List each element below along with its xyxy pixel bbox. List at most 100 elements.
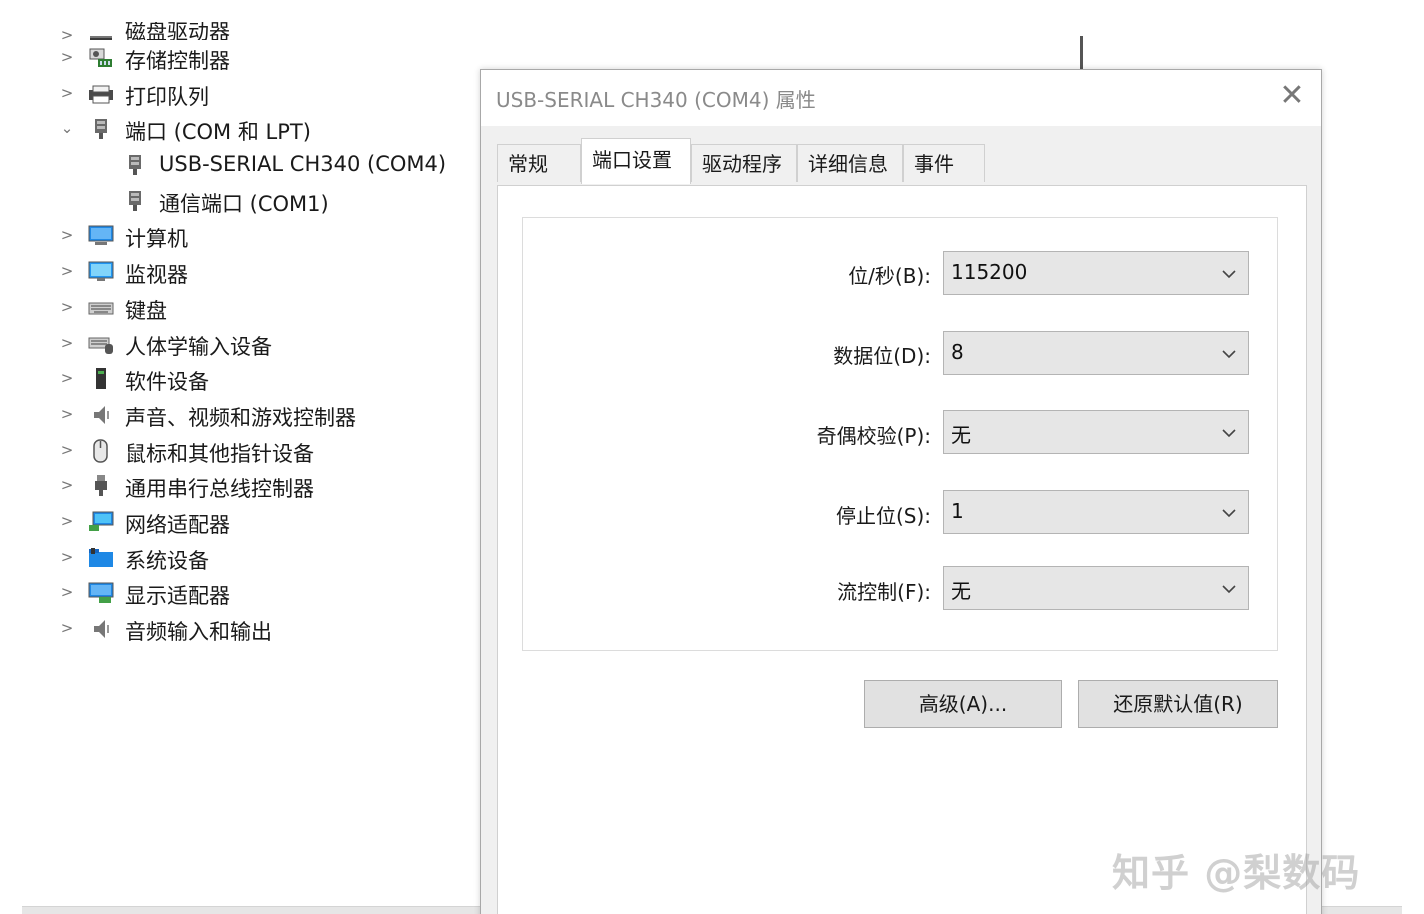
- chevron-right-icon[interactable]: >: [58, 548, 76, 566]
- tab-label: 驱动程序: [702, 152, 782, 176]
- parity-label: 奇偶校验(P):: [816, 424, 931, 448]
- monitor-icon: [88, 261, 114, 282]
- dialog-titlebar[interactable]: USB-SERIAL CH340 (COM4) 属性 ✕: [481, 70, 1321, 126]
- tab-details[interactable]: 详细信息: [797, 144, 903, 182]
- select-value: 无: [951, 579, 971, 603]
- chevron-right-icon[interactable]: >: [58, 405, 76, 423]
- chevron-right-icon[interactable]: >: [58, 262, 76, 280]
- tree-item-disk-drives[interactable]: > 磁盘驱动器: [0, 22, 470, 40]
- chevron-right-icon[interactable]: >: [58, 226, 76, 244]
- tree-item-usb-serial-ch340[interactable]: USB-SERIAL CH340 (COM4): [0, 147, 470, 183]
- chevron-down-icon: [1222, 585, 1236, 594]
- tree-item-usb-controllers[interactable]: > 通用串行总线控制器: [0, 468, 470, 504]
- flow-control-select[interactable]: 无: [943, 566, 1249, 610]
- tab-driver[interactable]: 驱动程序: [691, 144, 797, 182]
- tree-item-mice[interactable]: > 鼠标和其他指针设备: [0, 433, 470, 469]
- chevron-right-icon[interactable]: >: [58, 334, 76, 352]
- storage-controller-icon: [89, 48, 112, 67]
- tree-item-storage-controllers[interactable]: > 存储控制器: [0, 40, 470, 76]
- chevron-right-icon[interactable]: >: [58, 84, 76, 102]
- select-value: 8: [951, 340, 964, 364]
- screenshot-stage: > 磁盘驱动器 > 存储控制器 > 打印队列 ⌄ 端口 (COM 和 LPT) …: [0, 0, 1424, 914]
- port-icon: [129, 190, 141, 211]
- device-tree: > 磁盘驱动器 > 存储控制器 > 打印队列 ⌄ 端口 (COM 和 LPT) …: [0, 22, 470, 647]
- mouse-icon: [93, 438, 108, 463]
- chevron-right-icon[interactable]: >: [58, 26, 76, 40]
- select-value: 1: [951, 499, 964, 523]
- tab-events[interactable]: 事件: [903, 144, 985, 182]
- select-value: 无: [951, 423, 971, 447]
- chevron-right-icon[interactable]: >: [58, 369, 76, 387]
- tree-item-hid[interactable]: > 人体学输入设备: [0, 326, 470, 362]
- select-value: 115200: [951, 260, 1028, 284]
- tab-general[interactable]: 常规: [497, 144, 581, 182]
- tree-item-label: 软件设备: [125, 370, 209, 395]
- software-device-icon: [96, 368, 106, 390]
- tree-item-label: 显示适配器: [125, 584, 230, 609]
- display-adapter-icon: [88, 582, 114, 604]
- tree-item-label: 音频输入和输出: [125, 620, 272, 644]
- tree-item-label: 存储控制器: [125, 49, 230, 73]
- chevron-down-icon: [1222, 270, 1236, 279]
- tab-port-settings[interactable]: 端口设置: [581, 138, 691, 184]
- tree-item-label: 鼠标和其他指针设备: [125, 441, 314, 466]
- tree-item-network-adapters[interactable]: > 网络适配器: [0, 504, 470, 540]
- port-settings-group: 位/秒(B): 115200 数据位(D): 8 奇偶校验(P): 无 停止位(…: [522, 217, 1278, 651]
- tree-item-sound-video-game[interactable]: > 声音、视频和游戏控制器: [0, 397, 470, 433]
- bits-per-second-label: 位/秒(B):: [848, 264, 931, 288]
- tab-label: 详细信息: [808, 152, 888, 176]
- chevron-down-icon: [1222, 509, 1236, 518]
- advanced-button[interactable]: 高级(A)...: [864, 680, 1062, 728]
- port-icon: [95, 119, 107, 140]
- stop-bits-select[interactable]: 1: [943, 490, 1249, 534]
- properties-dialog: USB-SERIAL CH340 (COM4) 属性 ✕ 常规 端口设置 驱动程…: [480, 69, 1322, 914]
- chevron-right-icon[interactable]: >: [58, 298, 76, 316]
- tree-item-label: 网络适配器: [125, 512, 230, 537]
- tree-item-monitors[interactable]: > 监视器: [0, 254, 470, 290]
- tree-item-display-adapters[interactable]: > 显示适配器: [0, 575, 470, 611]
- chevron-down-icon[interactable]: ⌄: [58, 119, 76, 137]
- tab-label: 事件: [914, 152, 954, 176]
- data-bits-label: 数据位(D):: [833, 344, 931, 368]
- tree-item-com1[interactable]: 通信端口 (COM1): [0, 183, 470, 219]
- flow-control-label: 流控制(F):: [837, 580, 931, 604]
- disk-drive-icon: [90, 36, 112, 40]
- tree-item-audio-io[interactable]: > 音频输入和输出: [0, 611, 470, 647]
- port-icon: [129, 155, 141, 176]
- data-bits-select[interactable]: 8: [943, 331, 1249, 375]
- tree-item-print-queues[interactable]: > 打印队列: [0, 76, 470, 112]
- tree-item-label: 打印队列: [125, 84, 209, 109]
- chevron-right-icon[interactable]: >: [58, 48, 76, 66]
- tree-item-label: USB-SERIAL CH340 (COM4): [159, 152, 447, 177]
- chevron-right-icon[interactable]: >: [58, 619, 76, 637]
- chevron-right-icon[interactable]: >: [58, 476, 76, 494]
- tab-label: 常规: [508, 152, 548, 176]
- tree-item-ports[interactable]: ⌄ 端口 (COM 和 LPT): [0, 111, 470, 147]
- chevron-right-icon[interactable]: >: [58, 583, 76, 601]
- printer-icon: [89, 85, 113, 104]
- tree-item-label: 通用串行总线控制器: [125, 477, 314, 502]
- tree-item-keyboards[interactable]: > 键盘: [0, 290, 470, 326]
- port-settings-panel: 位/秒(B): 115200 数据位(D): 8 奇偶校验(P): 无 停止位(…: [497, 185, 1307, 914]
- tree-item-label: 端口 (COM 和 LPT): [125, 120, 311, 145]
- chevron-right-icon[interactable]: >: [58, 441, 76, 459]
- tree-item-label: 计算机: [125, 227, 188, 252]
- usb-icon: [95, 475, 107, 497]
- tree-item-label: 监视器: [125, 263, 188, 288]
- tree-item-system-devices[interactable]: > 系统设备: [0, 540, 470, 576]
- bits-per-second-select[interactable]: 115200: [943, 251, 1249, 295]
- parity-select[interactable]: 无: [943, 410, 1249, 454]
- tree-item-label: 系统设备: [125, 548, 209, 573]
- chevron-right-icon[interactable]: >: [58, 512, 76, 530]
- close-button[interactable]: ✕: [1271, 78, 1313, 116]
- network-icon: [89, 511, 114, 531]
- tree-item-software-devices[interactable]: > 软件设备: [0, 361, 470, 397]
- tab-label: 端口设置: [592, 148, 672, 172]
- tree-item-label: 磁盘驱动器: [125, 22, 230, 40]
- tree-item-label: 键盘: [125, 298, 167, 323]
- dialog-title: USB-SERIAL CH340 (COM4) 属性: [496, 88, 816, 112]
- chevron-down-icon: [1222, 429, 1236, 438]
- restore-defaults-button[interactable]: 还原默认值(R): [1078, 680, 1278, 728]
- window-edge-divider: [1080, 36, 1083, 70]
- tree-item-computer[interactable]: > 计算机: [0, 218, 470, 254]
